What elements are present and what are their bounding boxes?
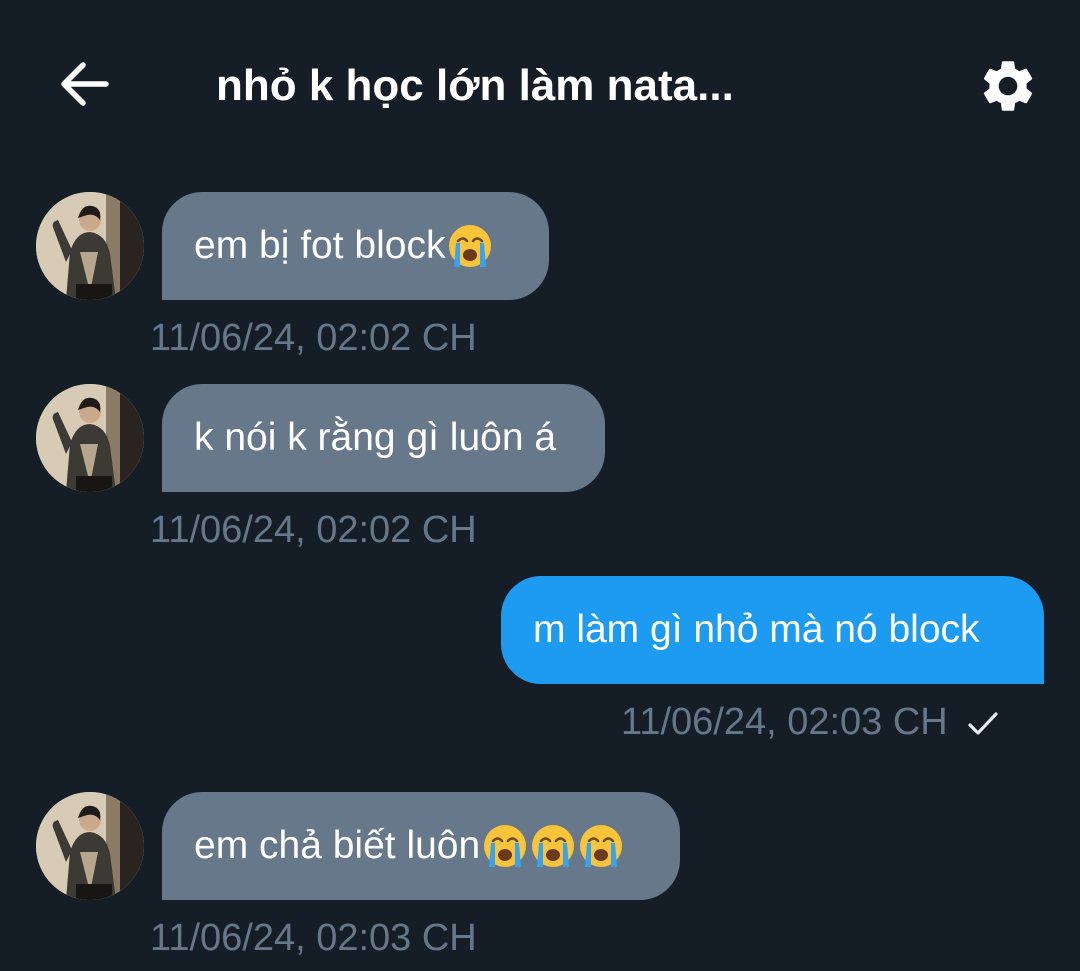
message-timestamp-row: 11/06/24, 02:03 CH [621,700,1000,744]
message-timestamp: 11/06/24, 02:03 CH [150,917,477,959]
settings-button[interactable] [972,52,1044,120]
back-button[interactable] [52,52,116,116]
avatar[interactable] [36,792,144,900]
message-timestamp: 11/06/24, 02:03 CH [621,701,948,743]
conversation-title[interactable]: nhỏ k học lớn làm nata... [216,60,734,112]
chat-header: nhỏ k học lớn làm nata... [0,0,1080,170]
message-text: k nói k rằng gì luôn á [194,416,557,459]
message-bubble[interactable]: k nói k rằng gì luôn á [162,384,605,492]
message-bubble[interactable]: em chả biết luôn [162,792,680,900]
avatar[interactable] [36,192,144,300]
crying-face-emoji-icon [580,825,623,867]
arrow-left-icon [61,62,109,106]
message-text: m làm gì nhỏ mà nó block [533,608,980,651]
chat-screen: nhỏ k học lớn làm nata... em bị fot bloc… [0,0,1080,971]
message-timestamp: 11/06/24, 02:02 CH [150,317,477,359]
message-bubble[interactable]: m làm gì nhỏ mà nó block [501,576,1044,684]
message-text: em chả biết luôn [194,824,481,867]
checkmark-icon [968,712,998,735]
gear-icon [983,61,1033,111]
message-timestamp: 11/06/24, 02:02 CH [150,509,477,551]
message-bubble[interactable]: em bị fot block [162,192,549,300]
crying-face-emoji-icon [484,825,527,867]
avatar[interactable] [36,384,144,492]
crying-face-emoji-icon [532,825,575,867]
message-text: em bị fot block [194,224,446,267]
crying-face-emoji-icon [449,225,492,267]
